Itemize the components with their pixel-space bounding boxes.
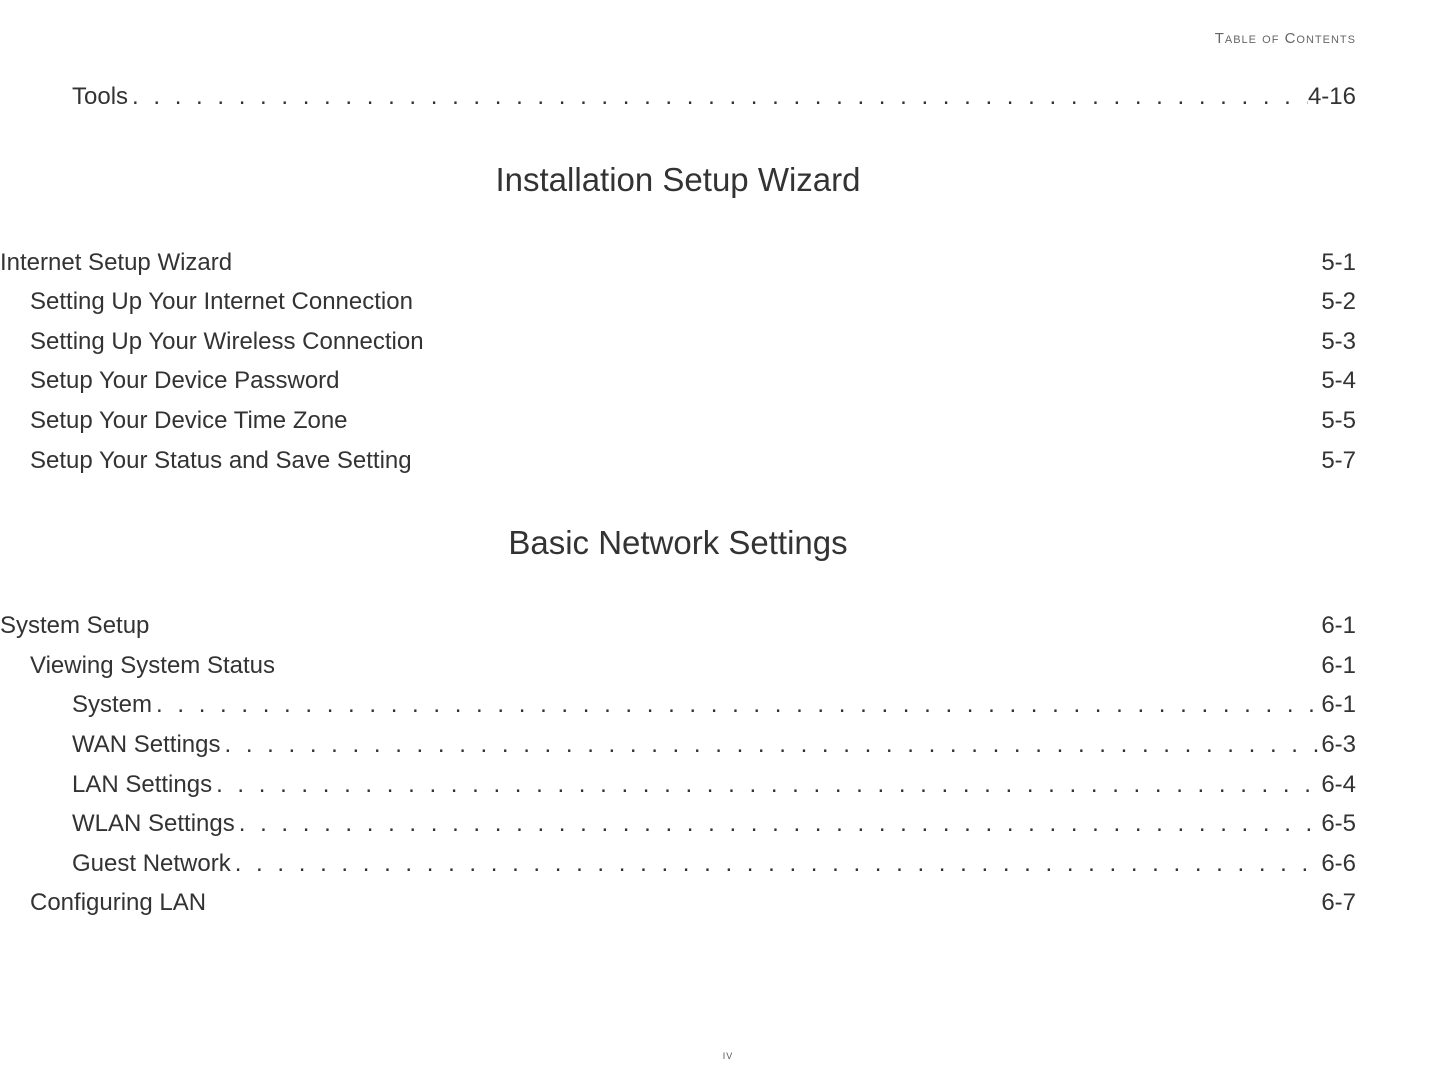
toc-page: 5-7: [1321, 441, 1356, 481]
toc-page: 5-1: [1321, 243, 1356, 283]
toc-label: Setting Up Your Internet Connection: [30, 282, 413, 322]
toc-entry-guest-network: Guest Network 6-6: [0, 844, 1356, 884]
toc-page: 5-3: [1321, 322, 1356, 362]
page-footer: iv: [0, 1047, 1456, 1062]
toc-label: Viewing System Status: [30, 646, 275, 686]
toc-entry-internet-setup-wizard: Internet Setup Wizard 5-1: [0, 243, 1356, 283]
toc-entry-setup-device-password: Setup Your Device Password 5-4: [0, 361, 1356, 401]
toc-entry-setup-status-save: Setup Your Status and Save Setting 5-7: [0, 441, 1356, 481]
toc-page: 6-1: [1321, 646, 1356, 686]
toc-dots: [231, 844, 1322, 884]
section-heading-installation: Installation Setup Wizard: [0, 161, 1356, 199]
toc-entry-setting-up-internet: Setting Up Your Internet Connection 5-2: [0, 282, 1356, 322]
toc-label: Internet Setup Wizard: [0, 243, 232, 283]
page-number: iv: [723, 1047, 734, 1062]
toc-label: LAN Settings: [72, 765, 212, 805]
toc-entry-configuring-lan: Configuring LAN 6-7: [0, 883, 1356, 923]
toc-entry-setup-device-timezone: Setup Your Device Time Zone 5-5: [0, 401, 1356, 441]
toc-entry-lan-settings: LAN Settings 6-4: [0, 765, 1356, 805]
toc-label: System: [72, 685, 152, 725]
toc-page: 5-5: [1321, 401, 1356, 441]
toc-label: Setup Your Device Password: [30, 361, 340, 401]
toc-label: Guest Network: [72, 844, 231, 884]
toc-label: WAN Settings: [72, 725, 221, 765]
toc-entry-setting-up-wireless: Setting Up Your Wireless Connection 5-3: [0, 322, 1356, 362]
toc-page: 6-4: [1321, 765, 1356, 805]
toc-entry-tools: Tools 4-16: [0, 77, 1356, 117]
toc-entry-system-setup: System Setup 6-1: [0, 606, 1356, 646]
toc-dots: [235, 804, 1322, 844]
page-body: Table of Contents Tools 4-16 Installatio…: [0, 0, 1456, 963]
toc-page: 5-4: [1321, 361, 1356, 401]
toc-entry-system: System 6-1: [0, 685, 1356, 725]
toc-entry-wlan-settings: WLAN Settings 6-5: [0, 804, 1356, 844]
toc-entry-wan-settings: WAN Settings 6-3: [0, 725, 1356, 765]
toc-label: Setup Your Device Time Zone: [30, 401, 348, 441]
toc-label: Configuring LAN: [30, 883, 206, 923]
toc-dots: [128, 77, 1308, 117]
toc-label: Setting Up Your Wireless Connection: [30, 322, 424, 362]
toc-dots: [212, 765, 1321, 805]
toc-page: 6-7: [1321, 883, 1356, 923]
toc-page: 4-16: [1308, 77, 1356, 117]
toc-label: Tools: [72, 77, 128, 117]
toc-page: 6-3: [1321, 725, 1356, 765]
toc-dots: [221, 725, 1322, 765]
toc-label: System Setup: [0, 606, 149, 646]
toc-page: 6-5: [1321, 804, 1356, 844]
toc-page: 6-6: [1321, 844, 1356, 884]
toc-label: WLAN Settings: [72, 804, 235, 844]
toc-page: 5-2: [1321, 282, 1356, 322]
toc-dots: [152, 685, 1321, 725]
toc-page: 6-1: [1321, 606, 1356, 646]
header-label: Table of Contents: [0, 30, 1356, 47]
section-heading-basic-network: Basic Network Settings: [0, 524, 1356, 562]
toc-label: Setup Your Status and Save Setting: [30, 441, 412, 481]
toc-entry-viewing-system-status: Viewing System Status 6-1: [0, 646, 1356, 686]
toc-page: 6-1: [1321, 685, 1356, 725]
